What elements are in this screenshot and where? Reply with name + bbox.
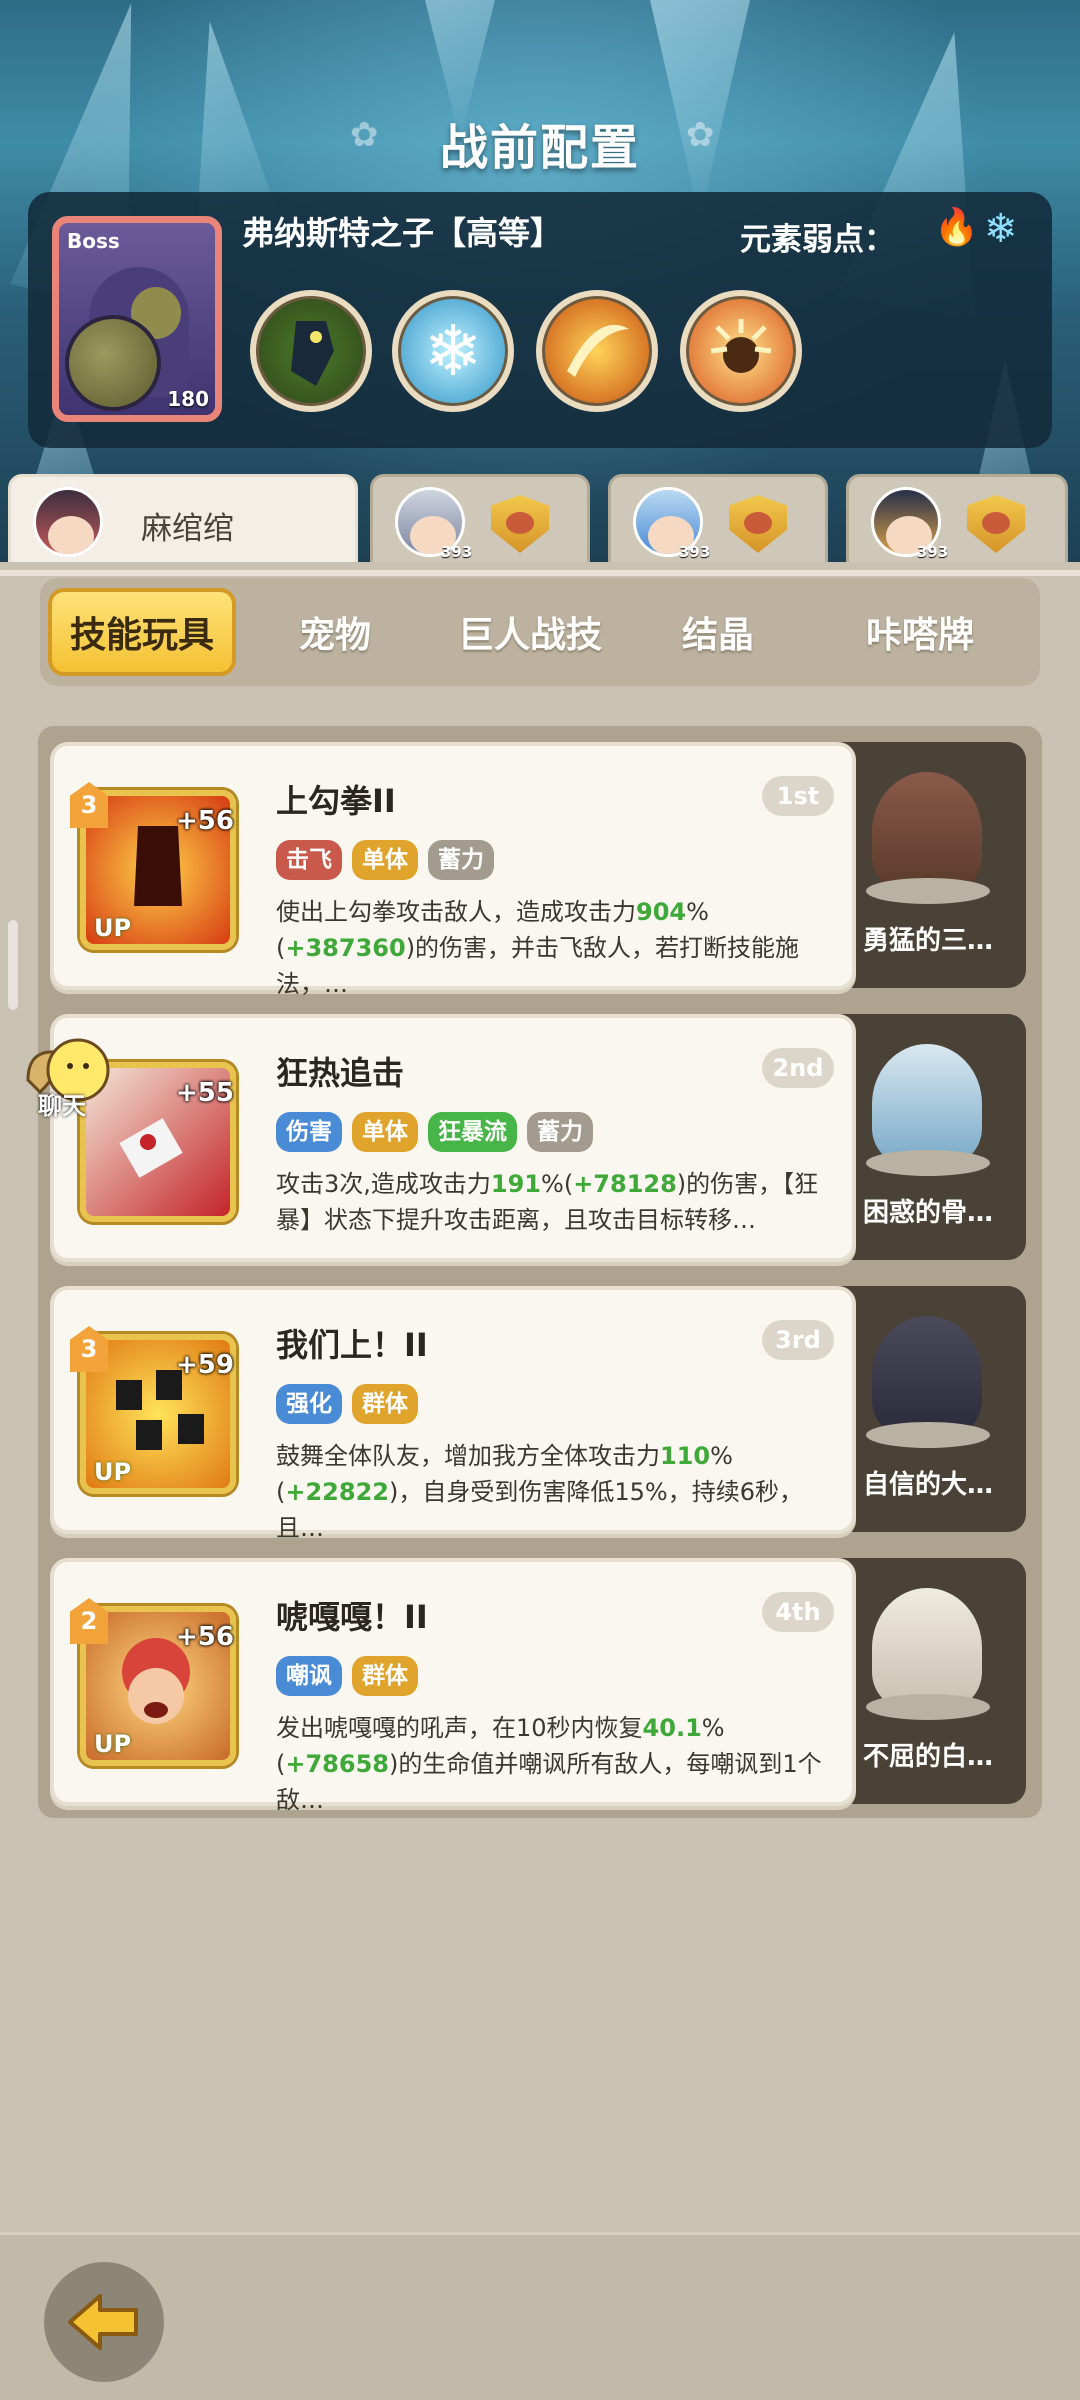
hero-level: 393 <box>441 543 473 561</box>
party-tab-4[interactable]: 393 <box>846 474 1068 566</box>
party-tab-3[interactable]: 393 <box>608 474 828 566</box>
snowflake-icon: ❄ <box>984 206 1018 252</box>
boss-portrait[interactable]: Boss 180 <box>52 216 222 422</box>
skill-tag: 狂暴流 <box>428 1112 517 1152</box>
skill-tag: 群体 <box>352 1656 418 1696</box>
skill-level-badge: 3 <box>70 1326 108 1372</box>
skill-rank: 2nd <box>762 1048 834 1088</box>
skill-card-4[interactable]: 2 +56 UP 唬嘎嘎！II 4th 嘲讽 群体 发出唬嘎嘎的吼声，在10秒内… <box>50 1558 856 1814</box>
skill-plus-level: +59 <box>176 1350 234 1380</box>
pet-figure <box>872 1316 982 1436</box>
skill-description: 发出唬嘎嘎的吼声，在10秒内恢复40.1%(+78658)的生命值并嘲讽所有敌人… <box>276 1714 822 1814</box>
pet-figure <box>872 1588 982 1708</box>
skill-name: 狂热追击 <box>276 1054 405 1092</box>
skill-name: 我们上！II <box>276 1326 428 1364</box>
hero-level: 393 <box>917 543 949 561</box>
skill-tag: 击飞 <box>276 840 342 880</box>
element-weakness-label: 元素弱点： <box>740 222 895 258</box>
skill-plus-level: +56 <box>176 1622 234 1652</box>
hero-name: 麻绾绾 <box>141 511 234 547</box>
boss-skill-explosion-icon[interactable] <box>680 290 802 412</box>
title-swirl-right-icon: ✿ <box>686 115 715 155</box>
tab-click-cards[interactable]: 咔嗒牌 <box>830 588 1010 676</box>
skill-description: 攻击3次,造成攻击力191%(+78128)的伤害，【狂暴】状态下提升攻击距离，… <box>276 1170 819 1234</box>
pet-figure <box>872 772 982 892</box>
boss-info-panel: Boss 180 弗纳斯特之子【高等】 元素弱点： 🔥 ❄ ❄ <box>28 192 1052 448</box>
skill-level-badge: 2 <box>70 1598 108 1644</box>
skill-tag: 群体 <box>352 1384 418 1424</box>
skill-tags: 伤害 单体 狂暴流 蓄力 <box>276 1112 593 1152</box>
skill-card-1[interactable]: 3 +56 UP 上勾拳II 1st 击飞 单体 蓄力 使出上勾拳攻击敌人，造成… <box>50 742 856 998</box>
skill-description: 使出上勾拳攻击敌人，造成攻击力904%(+387360)的伤害，并击飞敌人，若打… <box>276 898 800 998</box>
category-tabs: 技能玩具 宠物 巨人战技 结晶 咔嗒牌 <box>40 578 1040 686</box>
page-title: 战前配置 <box>439 120 640 176</box>
skill-card-3[interactable]: 3 +59 UP 我们上！II 3rd 强化 群体 鼓舞全体队友，增加我方全体攻… <box>50 1286 856 1542</box>
side-drawer-handle[interactable] <box>8 920 18 1010</box>
skill-up-tag: UP <box>94 914 132 942</box>
hero-shield-icon <box>729 495 787 553</box>
skill-rank: 3rd <box>762 1320 834 1360</box>
tab-crystals[interactable]: 结晶 <box>658 588 778 676</box>
pet-name: 困惑的骨… <box>862 1198 993 1228</box>
party-tab-2[interactable]: 393 <box>370 474 590 566</box>
skill-tag: 蓄力 <box>428 840 494 880</box>
skill-tag: 嘲讽 <box>276 1656 342 1696</box>
skill-name: 上勾拳II <box>276 782 396 820</box>
chat-label: 聊天 <box>38 1092 86 1120</box>
hero-avatar <box>33 487 103 557</box>
skill-tags: 强化 群体 <box>276 1384 418 1424</box>
pet-name: 不屈的白… <box>862 1742 993 1772</box>
pet-name: 自信的大… <box>862 1470 993 1500</box>
boss-level: 180 <box>167 387 209 411</box>
skill-tag: 伤害 <box>276 1112 342 1152</box>
skill-card-2[interactable]: +55 狂热追击 2nd 伤害 单体 狂暴流 蓄力 攻击3次,造成攻击力191%… <box>50 1014 856 1262</box>
hero-shield-icon <box>967 495 1025 553</box>
skill-level-badge: 3 <box>70 782 108 828</box>
boss-skill-strike-icon[interactable] <box>250 290 372 412</box>
hero-level: 393 <box>679 543 711 561</box>
back-arrow-icon <box>68 2294 138 2350</box>
tab-pets[interactable]: 宠物 <box>270 588 400 676</box>
skill-tag: 单体 <box>352 1112 418 1152</box>
skill-tags: 嘲讽 群体 <box>276 1656 418 1696</box>
skill-tags: 击飞 单体 蓄力 <box>276 840 494 880</box>
pet-figure <box>872 1044 982 1164</box>
skill-tag: 单体 <box>352 840 418 880</box>
skill-up-tag: UP <box>94 1458 132 1486</box>
skill-description: 鼓舞全体队友，增加我方全体攻击力110%(+22822)，自身受到伤害降低15%… <box>276 1442 803 1542</box>
party-tab-1[interactable]: 麻绾绾 <box>8 474 358 566</box>
skill-plus-level: +55 <box>176 1078 234 1108</box>
skill-name: 唬嘎嘎！II <box>276 1598 428 1636</box>
tab-giant-skills[interactable]: 巨人战技 <box>440 588 620 676</box>
pet-name: 勇猛的三… <box>862 926 993 956</box>
boss-skill-ice-icon[interactable]: ❄ <box>392 290 514 412</box>
tab-skill-toys[interactable]: 技能玩具 <box>48 588 236 676</box>
fire-icon: 🔥 <box>934 207 979 248</box>
pet-card-1[interactable]: 勇猛的三… <box>830 742 1026 988</box>
skill-up-tag: UP <box>94 1730 132 1758</box>
pet-card-4[interactable]: 不屈的白… <box>830 1558 1026 1804</box>
pet-card-3[interactable]: 自信的大… <box>830 1286 1026 1532</box>
boss-shield-icon <box>65 315 161 411</box>
skill-plus-level: +56 <box>176 806 234 836</box>
skill-tag: 蓄力 <box>527 1112 593 1152</box>
skill-rank: 4th <box>762 1592 834 1632</box>
skill-tag: 强化 <box>276 1384 342 1424</box>
back-button[interactable] <box>44 2262 164 2382</box>
skill-rank: 1st <box>762 776 834 816</box>
pet-card-2[interactable]: 困惑的骨… <box>830 1014 1026 1260</box>
boss-name: 弗纳斯特之子【高等】 <box>242 214 563 252</box>
boss-tag: Boss <box>67 229 120 253</box>
hero-shield-icon <box>491 495 549 553</box>
boss-skill-slash-icon[interactable] <box>536 290 658 412</box>
